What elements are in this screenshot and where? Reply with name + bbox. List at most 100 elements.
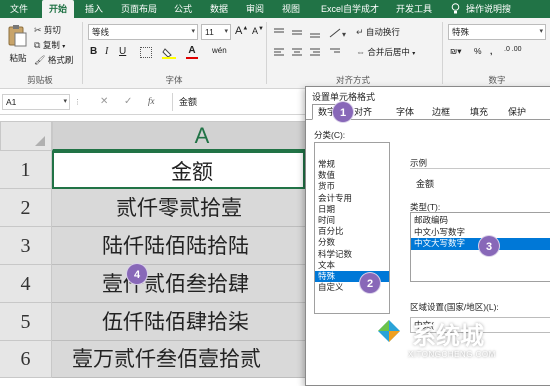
alignment-group-label: 对齐方式	[335, 75, 370, 85]
chevron-down-icon: ▾	[191, 28, 195, 35]
formula-input[interactable]: 金额	[172, 93, 305, 111]
list-item[interactable]: 常规	[315, 159, 389, 170]
more-icon: ⋮	[74, 99, 81, 106]
paste-button[interactable]: 粘贴	[6, 24, 30, 68]
font-group-label: 字体	[165, 75, 183, 85]
horizontal-align-icons[interactable]	[272, 46, 352, 60]
cell-a4[interactable]: 壹仟贰佰叁拾肆	[52, 265, 305, 303]
fill-color-icon[interactable]	[162, 47, 176, 59]
tab-developer[interactable]: 开发工具	[390, 0, 438, 18]
merge-center-button[interactable]: ⇔ 合并后居中 ▾	[356, 46, 415, 58]
cut-button[interactable]: ✂ 剪切	[34, 24, 61, 36]
borders-icon[interactable]	[140, 47, 152, 58]
font-name-combo[interactable]: 等线 ▾	[88, 24, 198, 40]
cell-a1[interactable]: 金额	[52, 151, 305, 189]
row-header[interactable]: 4	[0, 265, 52, 303]
wrap-text-icon: ↵	[356, 27, 364, 37]
category-label: 分类(C):	[314, 130, 346, 140]
copy-icon: ⧉	[34, 40, 41, 50]
list-item[interactable]: 时间	[315, 215, 389, 226]
dialog-tab-border[interactable]: 边框	[426, 104, 456, 120]
tab-data[interactable]: 数据	[204, 0, 234, 18]
comma-button[interactable]: ,	[490, 46, 492, 56]
tab-view[interactable]: 视图	[276, 0, 306, 18]
tab-excel-self-study[interactable]: Excel自学成才	[314, 0, 386, 18]
number-format-combo[interactable]: 特殊 ▾	[448, 24, 546, 40]
copy-button[interactable]: ⧉ 复制 ▾	[34, 39, 65, 51]
row-header[interactable]: 6	[0, 341, 52, 378]
dialog-tab-font[interactable]: 字体	[390, 104, 420, 120]
sample-value: 金额	[416, 179, 435, 189]
paste-label: 粘贴	[9, 53, 27, 63]
dialog-tab-fill[interactable]: 填充	[464, 104, 494, 120]
cell-a6[interactable]: 壹万贰仟叁佰壹拾贰	[52, 341, 305, 378]
tell-me-search[interactable]: 操作说明搜	[466, 0, 550, 18]
cut-label: 剪切	[43, 25, 61, 35]
cell-a5[interactable]: 伍仟陆佰肆拾柒	[52, 303, 305, 341]
list-item[interactable]: 中文小写数字	[411, 227, 550, 239]
percent-button[interactable]: %	[474, 46, 482, 56]
row-header[interactable]: 5	[0, 303, 52, 341]
phonetic-button[interactable]: wén	[212, 46, 227, 55]
accounting-format-icon[interactable]: ₪▾	[450, 46, 461, 57]
font-size-value: 11	[205, 27, 214, 37]
grow-font-button[interactable]: A▲	[235, 25, 248, 37]
watermark-subtext: XITONGCHENG.COM	[408, 350, 496, 359]
list-item[interactable]: 日期	[315, 204, 389, 215]
step-badge-4: 4	[126, 263, 148, 285]
watermark-logo-icon	[374, 316, 404, 346]
separator	[442, 22, 443, 84]
row-header[interactable]: 1	[0, 151, 52, 189]
list-item[interactable]: 数值	[315, 170, 389, 181]
tab-page-layout[interactable]: 页面布局	[114, 0, 164, 18]
sample-box: 金额	[410, 168, 550, 196]
number-group-label: 数字	[488, 75, 506, 85]
list-item[interactable]: 分数	[315, 237, 389, 248]
name-box[interactable]: A1 ▾	[2, 94, 70, 110]
ribbon-home: 粘贴 ✂ 剪切 ⧉ 复制 ▾ 🖌 格式刷 剪贴板 等线 ▾ 11 ▾ A▲ A▼ B…	[0, 18, 550, 89]
brush-icon: 🖌	[34, 55, 46, 65]
list-item[interactable]: 货币	[315, 181, 389, 192]
enter-icon[interactable]: ✓	[124, 96, 132, 107]
font-name-value: 等线	[92, 27, 110, 37]
shrink-font-button[interactable]: A▼	[252, 26, 264, 36]
font-color-icon[interactable]: A	[186, 45, 198, 59]
chevron-down-icon: ▾	[224, 28, 228, 35]
scissors-icon: ✂	[34, 25, 42, 35]
list-item[interactable]: 科学记数	[315, 249, 389, 260]
chevron-down-icon: ▾	[539, 28, 543, 35]
list-item[interactable]: 会计专用	[315, 193, 389, 204]
cell-a3[interactable]: 陆仟陆佰陆拾陆	[52, 227, 305, 265]
tab-file[interactable]: 文件	[4, 0, 34, 18]
step-badge-2: 2	[359, 272, 381, 294]
cell-a2[interactable]: 贰仟零贰拾壹	[52, 189, 305, 227]
cancel-icon[interactable]: ✕	[100, 96, 108, 107]
decimal-icons[interactable]: .0 .00	[504, 46, 522, 53]
insert-function-button[interactable]: fx	[148, 96, 155, 106]
tab-home[interactable]: 开始	[42, 0, 74, 18]
list-item[interactable]: 百分比	[315, 226, 389, 237]
tab-insert[interactable]: 插入	[80, 0, 108, 18]
tab-review[interactable]: 审阅	[240, 0, 270, 18]
watermark-text: 系统城	[412, 322, 484, 350]
italic-button[interactable]: I	[105, 46, 108, 57]
font-size-combo[interactable]: 11 ▾	[201, 24, 231, 40]
watermark: 系统城 XITONGCHENG.COM	[366, 310, 550, 378]
underline-button[interactable]: U	[119, 46, 126, 57]
vertical-align-icons[interactable]: ▾	[272, 26, 352, 40]
select-all-corner[interactable]	[0, 121, 52, 151]
dialog-tab-protection[interactable]: 保护	[502, 104, 532, 120]
list-item[interactable]: 文本	[315, 260, 389, 271]
wrap-text-button[interactable]: ↵ 自动换行	[356, 26, 400, 38]
row-header[interactable]: 2	[0, 189, 52, 227]
format-painter-button[interactable]: 🖌 格式刷	[34, 54, 73, 66]
paste-icon	[8, 25, 27, 47]
bold-button[interactable]: B	[90, 46, 97, 57]
lightbulb-icon[interactable]	[448, 0, 462, 18]
tab-formulas[interactable]: 公式	[168, 0, 198, 18]
separator	[82, 22, 83, 84]
clipboard-group-label: 剪贴板	[27, 75, 53, 85]
list-item[interactable]: 邮政编码	[411, 215, 550, 227]
row-header[interactable]: 3	[0, 227, 52, 265]
step-badge-1: 1	[332, 101, 354, 123]
